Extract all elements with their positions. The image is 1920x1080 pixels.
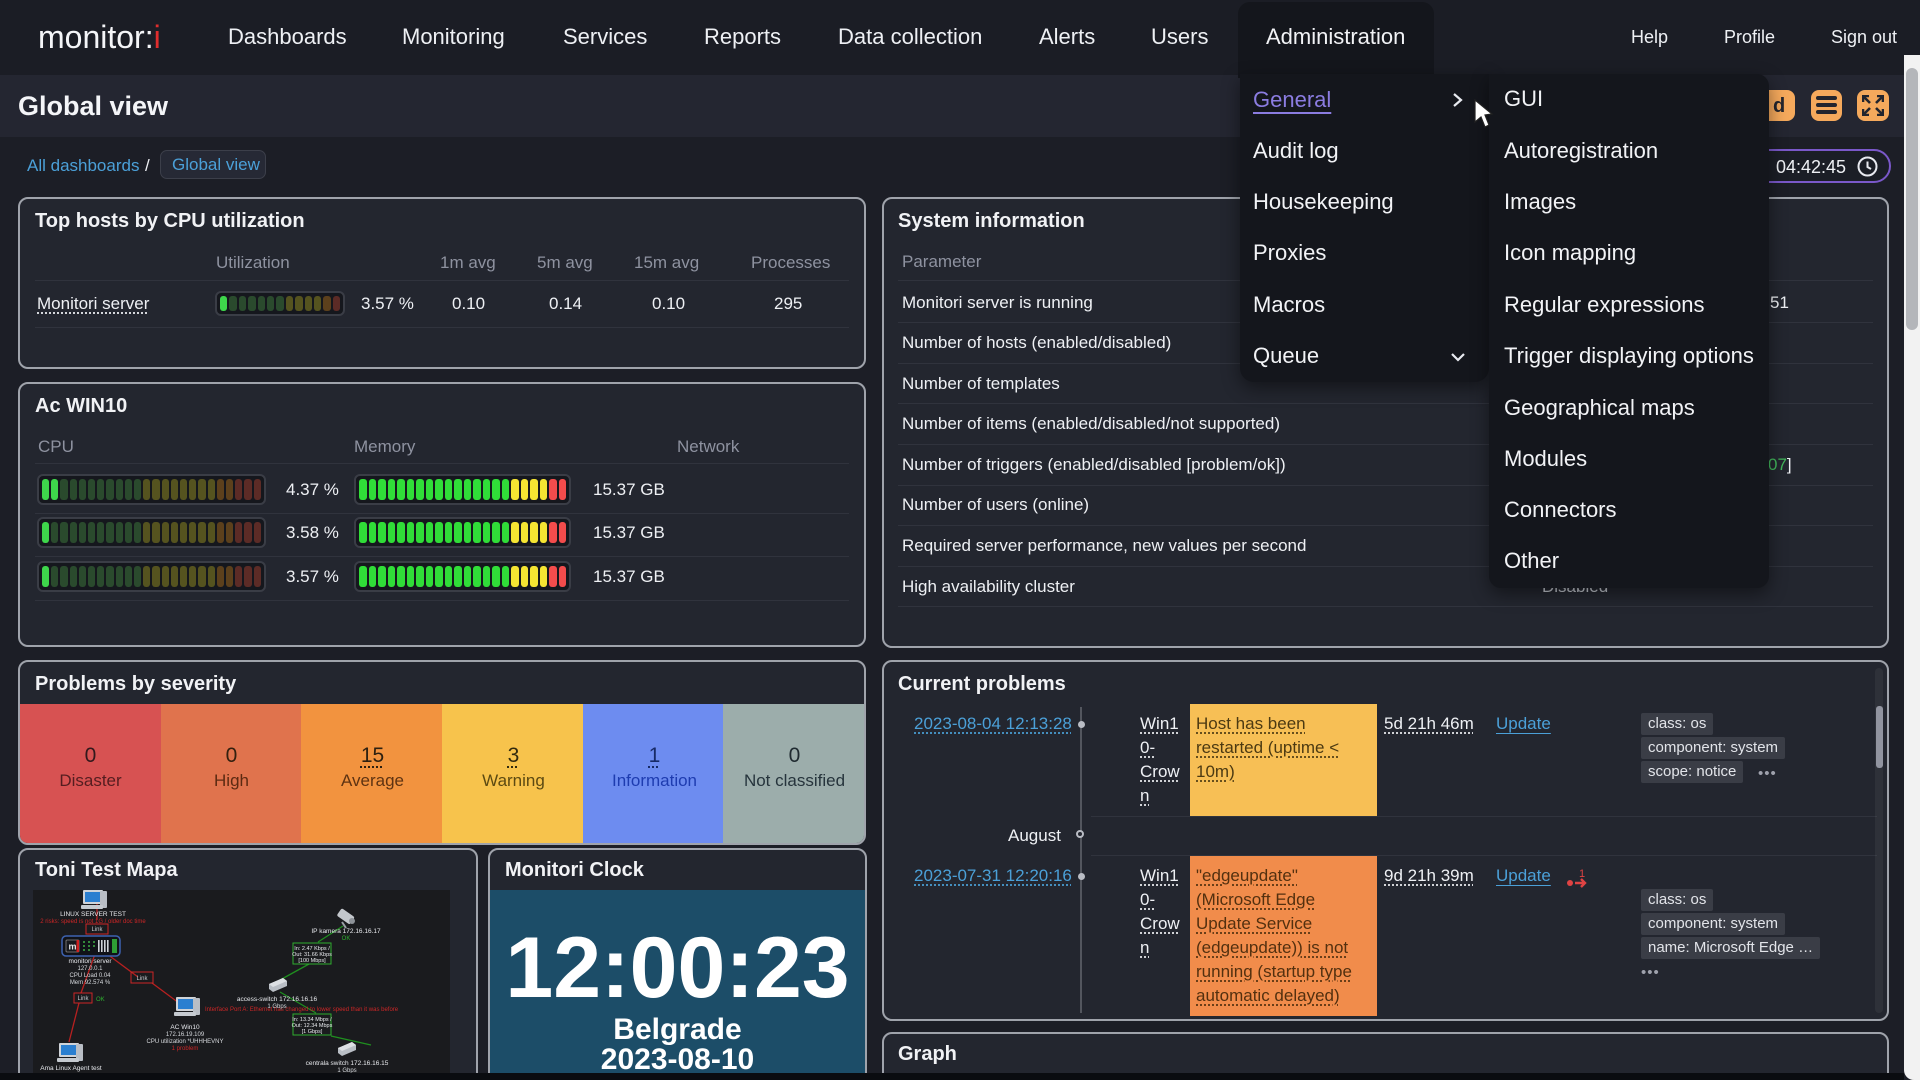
svg-text:access-switch 172.16.16.16: access-switch 172.16.16.16 [237, 996, 318, 1003]
svg-text:Interface Port A: Ethernet has: Interface Port A: Ethernet has changed t… [205, 1007, 399, 1013]
svg-text:Mem 92.574 %: Mem 92.574 % [70, 980, 111, 986]
svg-text:IP kamera 172.16.16.17: IP kamera 172.16.16.17 [311, 928, 381, 935]
svg-text:CPU utilization *UHHHEVNY: CPU utilization *UHHHEVNY [146, 1039, 223, 1045]
svg-text:AC Win10: AC Win10 [170, 1024, 200, 1031]
svg-text:[1 Gbps]: [1 Gbps] [302, 1029, 323, 1035]
svg-text:OK: OK [342, 936, 351, 942]
svg-text:[100 Mbps]: [100 Mbps] [298, 958, 326, 964]
svg-text:Ama Linux Agent test: Ama Linux Agent test [40, 1065, 102, 1072]
svg-text:OK: OK [96, 997, 105, 1003]
svg-text:m: m [68, 942, 76, 952]
svg-text:Link: Link [77, 996, 89, 1002]
svg-text:LINUX SERVER TEST: LINUX SERVER TEST [60, 911, 126, 918]
svg-text:127.0.0.1: 127.0.0.1 [77, 966, 103, 972]
svg-text:1 Gbps: 1 Gbps [337, 1068, 356, 1073]
svg-text:centrala switch 172.16.16.15: centrala switch 172.16.16.15 [306, 1060, 389, 1067]
svg-text:1: 1 [1579, 868, 1585, 880]
svg-text:1 problem: 1 problem [172, 1046, 199, 1052]
svg-text:172.16.19.109: 172.16.19.109 [166, 1032, 205, 1038]
svg-text:CPU Load 0.04: CPU Load 0.04 [69, 973, 111, 979]
svg-text:monitori server: monitori server [69, 958, 113, 965]
svg-text:Link: Link [136, 976, 148, 982]
svg-text:1 Gbps: 1 Gbps [267, 1004, 286, 1010]
svg-text:Link: Link [91, 927, 103, 933]
